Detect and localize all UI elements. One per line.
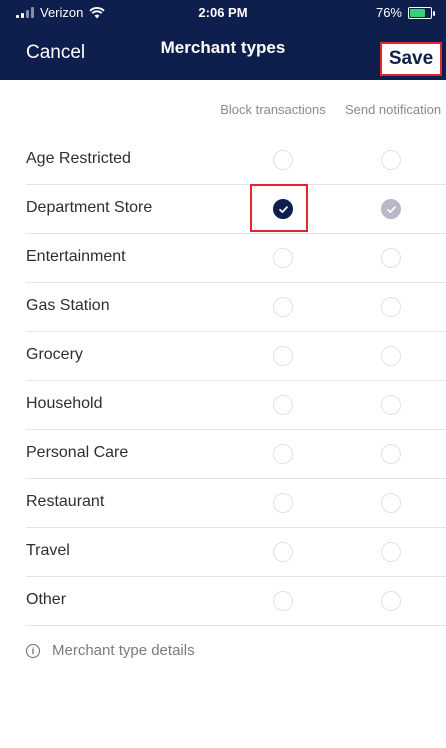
- column-header-block: Block transactions: [220, 102, 326, 117]
- send-notification-toggle[interactable]: [381, 395, 401, 415]
- column-headers: Block transactions Send notification: [0, 102, 446, 138]
- merchant-type-label: Personal Care: [26, 444, 129, 461]
- merchant-type-row: Entertainment: [26, 234, 446, 283]
- merchant-type-row: Other: [26, 577, 446, 626]
- app-header: Verizon 2:06 PM 76% Cancel Merchant type…: [0, 0, 446, 80]
- merchant-type-label: Entertainment: [26, 248, 126, 265]
- merchant-type-row: Age Restricted: [26, 136, 446, 185]
- merchant-type-details-link[interactable]: i Merchant type details: [26, 642, 195, 659]
- status-right: 76%: [375, 5, 435, 20]
- send-notification-toggle[interactable]: [381, 248, 401, 268]
- merchant-type-label: Grocery: [26, 346, 83, 363]
- merchant-type-row: Household: [26, 381, 446, 430]
- merchant-type-row: Gas Station: [26, 283, 446, 332]
- send-notification-toggle[interactable]: [381, 150, 401, 170]
- battery-icon: [408, 6, 435, 19]
- merchant-type-row: Department Store: [26, 185, 446, 234]
- merchant-type-details-label: Merchant type details: [52, 642, 195, 659]
- merchant-type-row: Grocery: [26, 332, 446, 381]
- merchant-type-label: Travel: [26, 542, 70, 559]
- merchant-type-label: Age Restricted: [26, 150, 131, 167]
- merchant-type-label: Household: [26, 395, 103, 412]
- send-notification-toggle[interactable]: [381, 346, 401, 366]
- nav-bar: Cancel Merchant types Save: [0, 24, 446, 80]
- send-notification-toggle[interactable]: [381, 591, 401, 611]
- merchant-type-label: Gas Station: [26, 297, 110, 314]
- send-notification-toggle[interactable]: [381, 297, 401, 317]
- battery-nub: [433, 10, 435, 16]
- merchant-type-row: Personal Care: [26, 430, 446, 479]
- block-transactions-toggle[interactable]: [273, 297, 293, 317]
- merchant-type-label: Department Store: [26, 199, 153, 216]
- merchant-type-list: Age Restricted Department Store Entertainm…: [0, 136, 446, 626]
- merchant-type-label: Restaurant: [26, 493, 105, 510]
- send-notification-toggle[interactable]: [381, 542, 401, 562]
- block-transactions-toggle[interactable]: [273, 591, 293, 611]
- block-transactions-toggle[interactable]: [273, 248, 293, 268]
- info-circle-icon: i: [26, 643, 40, 658]
- save-button[interactable]: Save: [380, 42, 442, 76]
- column-header-notify: Send notification: [344, 102, 442, 117]
- send-notification-toggle[interactable]: [381, 444, 401, 464]
- battery-fill: [410, 8, 426, 17]
- block-transactions-toggle[interactable]: [273, 493, 293, 513]
- block-transactions-toggle[interactable]: [273, 542, 293, 562]
- battery-percent: 76%: [375, 5, 402, 20]
- block-transactions-toggle[interactable]: [273, 444, 293, 464]
- block-transactions-toggle[interactable]: [273, 346, 293, 366]
- merchant-type-label: Other: [26, 591, 67, 608]
- merchant-type-row: Travel: [26, 528, 446, 577]
- send-notification-toggle[interactable]: [381, 199, 401, 219]
- block-transactions-toggle[interactable]: [273, 199, 293, 219]
- block-transactions-toggle[interactable]: [273, 150, 293, 170]
- status-bar: Verizon 2:06 PM 76%: [0, 0, 446, 24]
- send-notification-toggle[interactable]: [381, 493, 401, 513]
- block-transactions-toggle[interactable]: [273, 395, 293, 415]
- merchant-type-row: Restaurant: [26, 479, 446, 528]
